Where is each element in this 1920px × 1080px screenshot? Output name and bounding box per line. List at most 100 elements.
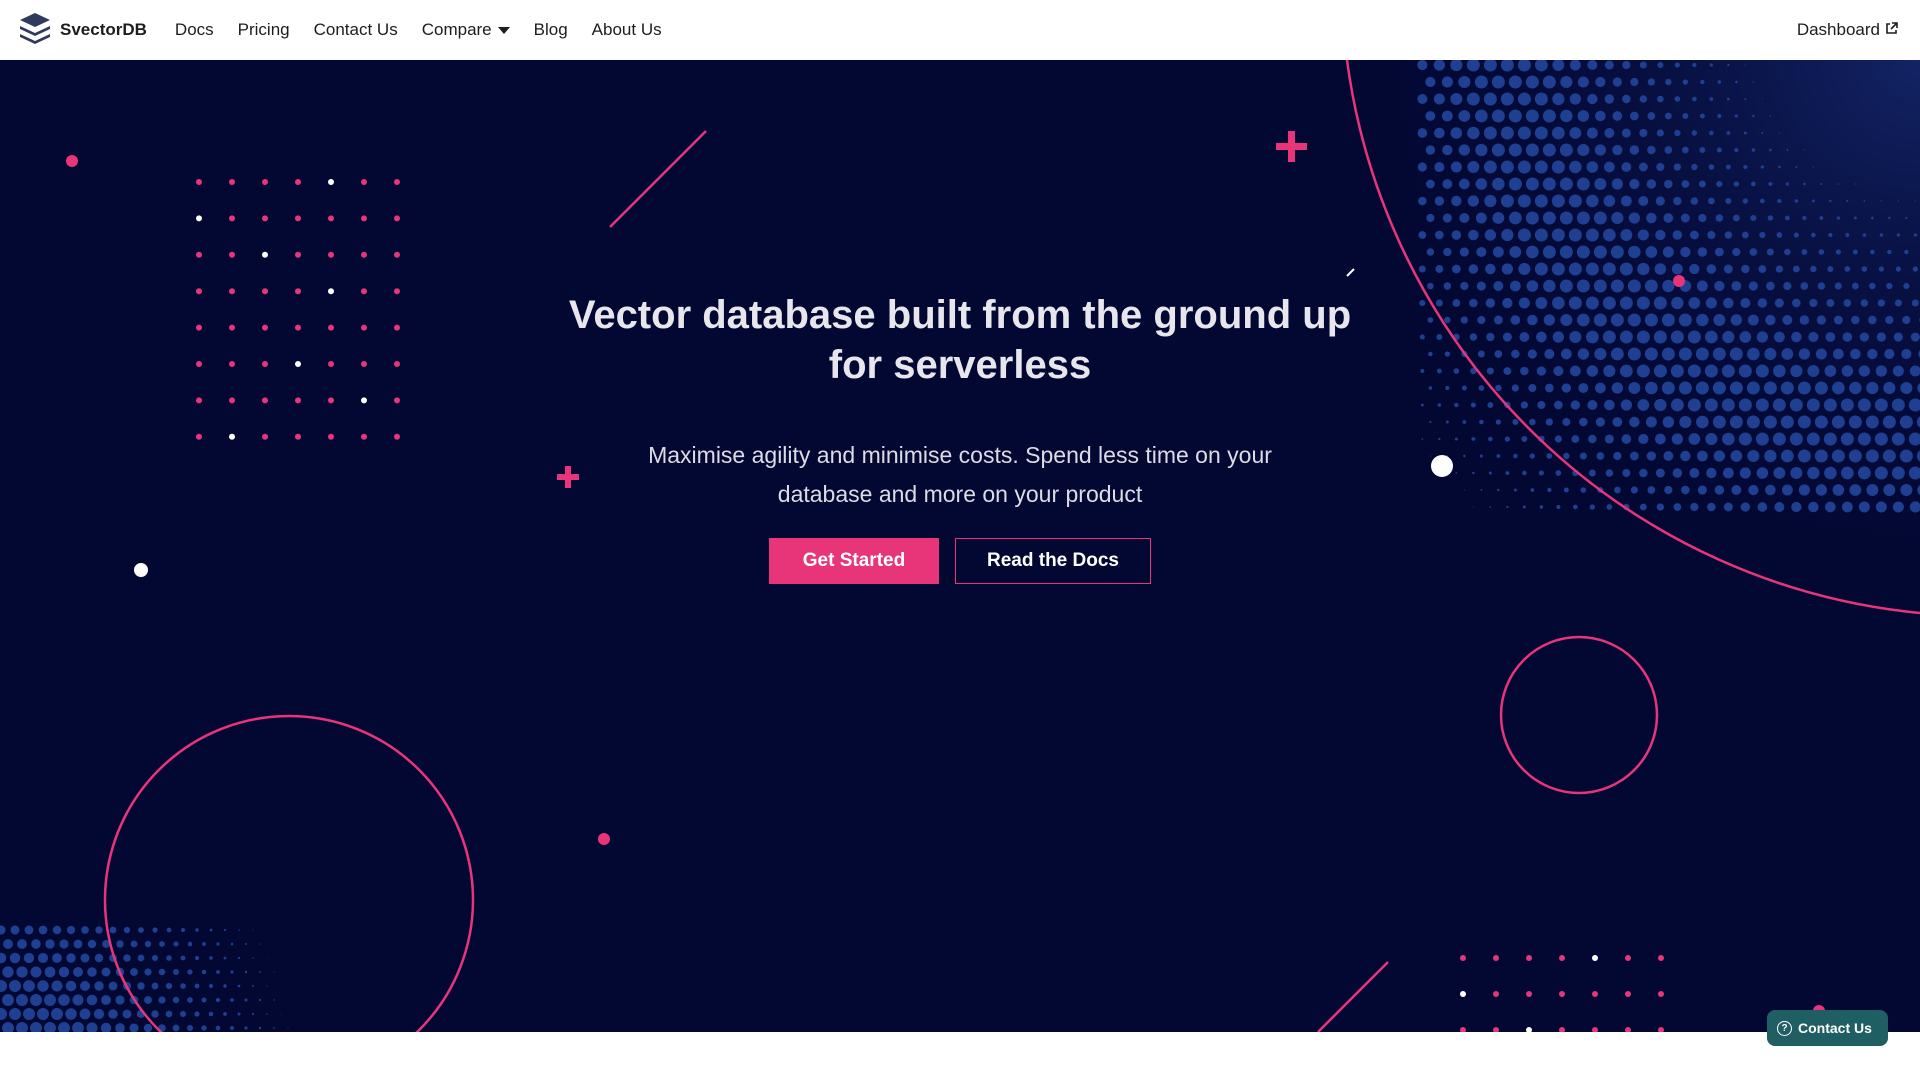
grid-dot: [295, 433, 301, 440]
halftone-dot: [1468, 229, 1479, 241]
halftone-dot: [80, 953, 90, 963]
halftone-dot: [1759, 231, 1766, 239]
halftone-dot: [1555, 470, 1562, 476]
halftone-dot: [1621, 162, 1632, 172]
halftone-dot: [66, 925, 76, 935]
halftone-dot: [1475, 143, 1488, 157]
nav-link-compare-label: Compare: [421, 20, 492, 39]
halftone-dot: [1529, 453, 1535, 459]
halftone-dot: [1638, 162, 1648, 172]
halftone-dot: [1708, 164, 1715, 170]
halftone-dot: [1559, 245, 1573, 259]
grid-dot: [394, 251, 400, 258]
contact-us-widget[interactable]: ? Contact Us: [1767, 1010, 1888, 1046]
halftone-dot: [1773, 364, 1786, 378]
halftone-dot: [1841, 365, 1854, 377]
grid-dot: [196, 397, 202, 404]
halftone-dot: [1739, 467, 1751, 479]
halftone-dot: [1425, 111, 1436, 121]
halftone-dot: [44, 966, 56, 978]
halftone-dot: [23, 980, 35, 992]
halftone-dot: [1603, 364, 1616, 378]
grid-dot: [361, 324, 367, 331]
halftone-dot: [1766, 248, 1774, 256]
halftone-dot: [1513, 453, 1518, 459]
halftone-dot: [1705, 297, 1717, 309]
halftone-dot: [1594, 382, 1606, 394]
halftone-dot: [1748, 281, 1758, 291]
halftone-dot: [1837, 183, 1840, 185]
halftone-dot: [1696, 415, 1709, 429]
get-started-button[interactable]: Get Started: [769, 538, 939, 584]
halftone-dot: [1902, 315, 1911, 325]
halftone-dot: [1723, 297, 1734, 309]
halftone-dot: [1835, 249, 1841, 255]
halftone-dot: [1867, 348, 1878, 360]
halftone-dot: [1644, 279, 1658, 293]
grid-dot: [361, 397, 367, 404]
halftone-dot: [2, 1022, 14, 1032]
halftone-dot: [65, 1008, 77, 1020]
hero-subtitle: Maximise agility and minimise costs. Spe…: [648, 442, 1272, 507]
halftone-dot: [1639, 128, 1648, 138]
halftone-dot: [1726, 97, 1730, 101]
halftone-dot: [144, 940, 152, 948]
halftone-dot: [245, 943, 247, 945]
nav-link-compare[interactable]: Compare: [422, 20, 510, 40]
grid-dot: [262, 433, 268, 440]
halftone-dot: [1646, 451, 1657, 461]
nav-link-about-us[interactable]: About Us: [592, 20, 662, 40]
halftone-dot: [1709, 63, 1713, 67]
halftone-dot: [1853, 216, 1857, 220]
halftone-dot: [1913, 233, 1917, 237]
halftone-dot: [1849, 484, 1862, 496]
halftone-dot: [1831, 415, 1845, 429]
halftone-dot: [1478, 385, 1485, 391]
halftone-dot: [0, 1008, 7, 1020]
nav-link-docs[interactable]: Docs: [175, 20, 214, 40]
nav-link-pricing[interactable]: Pricing: [238, 20, 290, 40]
halftone-dot: [1468, 264, 1479, 274]
halftone-dot: [1803, 182, 1806, 186]
halftone-dot: [1840, 432, 1854, 446]
halftone-dot: [1800, 282, 1809, 290]
read-the-docs-button[interactable]: Read the Docs: [955, 538, 1151, 584]
nav-link-contact-us[interactable]: Contact Us: [314, 20, 398, 40]
nav-link-blog[interactable]: Blog: [534, 20, 568, 40]
halftone-dot: [158, 968, 166, 976]
halftone-dot: [1663, 213, 1674, 223]
halftone-dot: [1513, 488, 1517, 492]
grid-dot: [1592, 991, 1598, 997]
halftone-dot: [86, 1022, 98, 1032]
halftone-dot: [1904, 249, 1909, 255]
halftone-dot: [1797, 381, 1811, 395]
halftone-dot: [1713, 314, 1726, 326]
halftone-dot: [1442, 144, 1453, 156]
halftone-dot: [1501, 228, 1514, 242]
halftone-dot: [1750, 214, 1757, 222]
halftone-dot: [1585, 228, 1599, 242]
halftone-dot: [72, 1022, 84, 1032]
halftone-dot: [209, 956, 213, 960]
dashboard-link[interactable]: Dashboard: [1797, 20, 1898, 40]
halftone-dot: [237, 984, 241, 988]
halftone-dot: [1454, 402, 1459, 408]
halftone-dot: [108, 1009, 118, 1019]
halftone-dot: [1476, 281, 1486, 291]
halftone-dot: [37, 1008, 49, 1020]
brand[interactable]: SvectorDB: [18, 11, 147, 50]
halftone-dot: [187, 969, 193, 975]
halftone-dot: [1803, 149, 1805, 151]
halftone-dot: [1497, 488, 1500, 492]
halftone-dot: [1536, 366, 1547, 376]
grid-dot: [1625, 955, 1631, 961]
halftone-dot: [1712, 415, 1726, 429]
halftone-dot: [1537, 401, 1546, 409]
halftone-dot: [1569, 60, 1581, 71]
halftone-dot: [165, 982, 173, 990]
grid-dot: [295, 324, 301, 331]
halftone-dot: [1506, 505, 1509, 509]
halftone-dot: [1476, 246, 1487, 258]
halftone-dot: [1638, 196, 1649, 206]
grid-dot: [229, 324, 235, 331]
